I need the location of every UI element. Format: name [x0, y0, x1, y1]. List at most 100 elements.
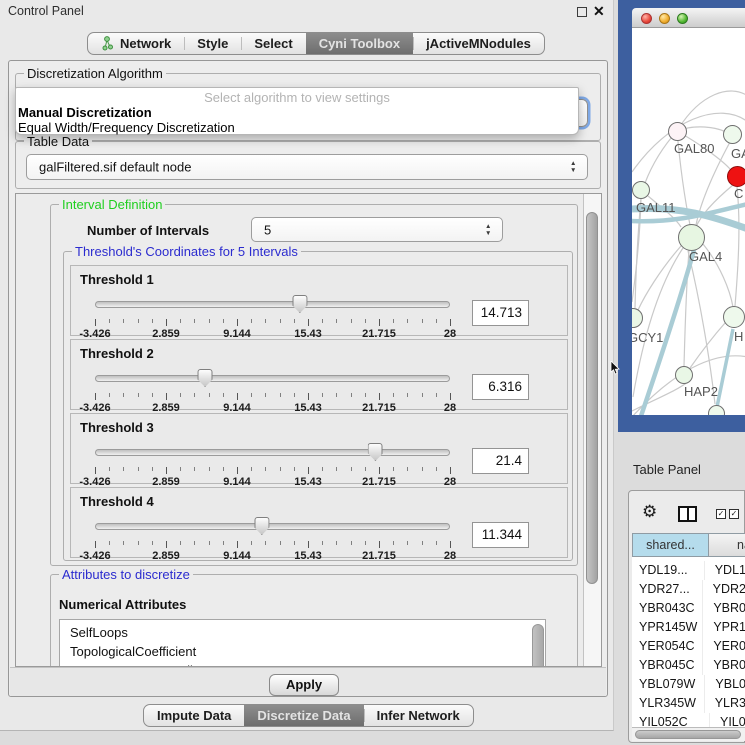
- table-row[interactable]: YIL052CYIL0: [632, 713, 745, 727]
- table-panel-body: ⚙ shared... na... YDL19...YDL1YDR27...YD…: [628, 490, 745, 743]
- checkbox-icon[interactable]: [729, 509, 739, 519]
- number-of-intervals-value: 5: [264, 222, 271, 237]
- table-header: shared... na...: [632, 533, 745, 557]
- list-item[interactable]: TopologicalCoefficient: [60, 642, 545, 661]
- control-panel-titlebar[interactable]: Control Panel ✕: [0, 0, 613, 22]
- threshold-3-panel: Threshold 3 -3.426 2.859 9.144 15.43 21.…: [70, 413, 568, 484]
- table-data-label: Table Data: [24, 134, 92, 149]
- network-node-hap2[interactable]: [675, 366, 693, 384]
- list-item[interactable]: SelfLoops: [60, 623, 545, 642]
- table-cell: YDR27...: [632, 580, 702, 599]
- table-cell: YIL052C: [632, 713, 709, 727]
- tab-jactivemnodules[interactable]: jActiveMNodules: [413, 33, 544, 54]
- option-manual-discretization[interactable]: Manual Discretization: [18, 105, 152, 120]
- threshold-2-label: Threshold 2: [80, 346, 154, 361]
- table-cell: YBR0: [702, 599, 745, 618]
- threshold-3-value-field[interactable]: 21.4: [472, 448, 529, 474]
- network-node-gal11[interactable]: [632, 181, 650, 199]
- numerical-attributes-list[interactable]: SelfLoops TopologicalCoefficient Between…: [59, 619, 546, 667]
- threshold-2-slider-handle[interactable]: [198, 369, 213, 387]
- table-cell: YBR0: [702, 656, 745, 675]
- threshold-4-slider-handle[interactable]: [254, 517, 269, 535]
- threshold-2-value-field[interactable]: 6.316: [472, 374, 529, 400]
- attributes-group: Attributes to discretize Numerical Attri…: [50, 574, 578, 667]
- minimize-traffic-light-icon[interactable]: [659, 13, 670, 24]
- threshold-1-slider-track[interactable]: [95, 301, 450, 308]
- threshold-1-panel: Threshold 1 -3.426 2.859 9.144 15.43 21.…: [70, 265, 568, 336]
- table-cell: YPR1: [702, 618, 745, 637]
- table-panel-title: Table Panel: [633, 462, 701, 477]
- tab-style[interactable]: Style: [184, 33, 241, 54]
- table-panel-titlebar[interactable]: Table Panel: [618, 432, 745, 490]
- column-header-name[interactable]: na...: [709, 533, 745, 557]
- option-equal-width-frequency[interactable]: Equal Width/Frequency Discretization: [18, 120, 235, 135]
- network-edges: [632, 28, 745, 415]
- network-node-label: GAL11: [636, 200, 676, 215]
- network-node-ga[interactable]: [723, 125, 742, 144]
- threshold-4-value-field[interactable]: 11.344: [472, 522, 529, 548]
- threshold-3-slider-handle[interactable]: [368, 443, 383, 461]
- slider-ticks: [95, 541, 450, 549]
- checkbox-icon[interactable]: [716, 509, 726, 519]
- network-node-unnamed[interactable]: [708, 405, 725, 416]
- control-panel-window: Control Panel ✕ Network Style Select Cyn…: [0, 0, 614, 731]
- table-hscrollbar-thumb[interactable]: [635, 730, 741, 739]
- attributes-group-label: Attributes to discretize: [59, 567, 193, 582]
- settings-scrollbar[interactable]: [583, 194, 601, 666]
- table-cell: YDL19...: [632, 561, 704, 580]
- table-row[interactable]: YER054CYER0: [632, 637, 745, 656]
- settings-scrollbar-thumb[interactable]: [586, 212, 598, 584]
- screen: Control Panel ✕ Network Style Select Cyn…: [0, 0, 745, 745]
- table-cell: YBR043C: [632, 599, 702, 618]
- network-canvas[interactable]: GAL80GACGAL11GAL4GCY1HHAP2: [632, 28, 745, 415]
- table-row[interactable]: YPR145WYPR1: [632, 618, 745, 637]
- table-row[interactable]: YDR27...YDR2: [632, 580, 745, 599]
- threshold-4-panel: Threshold 4 -3.426 2.859 9.144 15.43 21.…: [70, 487, 568, 558]
- thresholds-group-label: Threshold's Coordinates for 5 Intervals: [72, 244, 301, 259]
- list-scrollbar-thumb[interactable]: [532, 624, 544, 667]
- number-of-intervals-combobox[interactable]: 5: [251, 217, 503, 242]
- table-cell: YBL0: [704, 675, 745, 694]
- close-icon[interactable]: ✕: [593, 3, 605, 20]
- table-row[interactable]: YBR043CYBR0: [632, 599, 745, 618]
- threshold-3-slider-track[interactable]: [95, 449, 450, 456]
- apply-button[interactable]: Apply: [269, 674, 339, 696]
- tab-network[interactable]: Network: [88, 33, 184, 54]
- threshold-4-slider-track[interactable]: [95, 523, 450, 530]
- combo-spinner-icon: [485, 224, 493, 236]
- threshold-1-value-field[interactable]: 14.713: [472, 300, 529, 326]
- network-node-gal80[interactable]: [668, 122, 687, 141]
- slider-ticks: [95, 467, 450, 475]
- table-row[interactable]: YBR045CYBR0: [632, 656, 745, 675]
- threshold-1-slider-handle[interactable]: [292, 295, 307, 313]
- column-header-shared-name[interactable]: shared...: [632, 533, 709, 557]
- network-node-label: GA: [731, 146, 745, 161]
- threshold-2-slider-track[interactable]: [95, 375, 450, 382]
- threshold-1-label: Threshold 1: [80, 272, 154, 287]
- gear-icon[interactable]: ⚙: [642, 503, 657, 520]
- table-hscrollbar[interactable]: [632, 727, 745, 741]
- network-node-gal4[interactable]: [678, 224, 705, 251]
- zoom-traffic-light-icon[interactable]: [677, 13, 688, 24]
- network-node-label: GAL4: [689, 249, 722, 264]
- network-node-h[interactable]: [723, 306, 745, 328]
- tab-infer-network[interactable]: Infer Network: [364, 705, 473, 726]
- table-row[interactable]: YBL079WYBL0: [632, 675, 745, 694]
- close-traffic-light-icon[interactable]: [641, 13, 652, 24]
- interval-definition-label: Interval Definition: [59, 197, 165, 212]
- interval-definition-group: Interval Definition Number of Intervals …: [50, 204, 578, 566]
- table-row[interactable]: YDL19...YDL1: [632, 561, 745, 580]
- network-node-label: C: [734, 186, 743, 201]
- network-node-c[interactable]: [727, 166, 745, 187]
- network-window-titlebar[interactable]: [632, 8, 745, 28]
- tab-cyni-toolbox[interactable]: Cyni Toolbox: [306, 33, 413, 54]
- table-row[interactable]: YLR345WYLR3: [632, 694, 745, 713]
- table-data-combobox[interactable]: galFiltered.sif default node: [26, 154, 588, 180]
- thresholds-group: Threshold's Coordinates for 5 Intervals …: [63, 251, 573, 561]
- table-cell: YLR3: [704, 694, 745, 713]
- tab-select[interactable]: Select: [241, 33, 305, 54]
- tab-discretize-data[interactable]: Discretize Data: [244, 705, 363, 726]
- float-window-icon[interactable]: [577, 7, 587, 17]
- tab-impute-data[interactable]: Impute Data: [144, 705, 244, 726]
- columns-icon[interactable]: [678, 506, 697, 522]
